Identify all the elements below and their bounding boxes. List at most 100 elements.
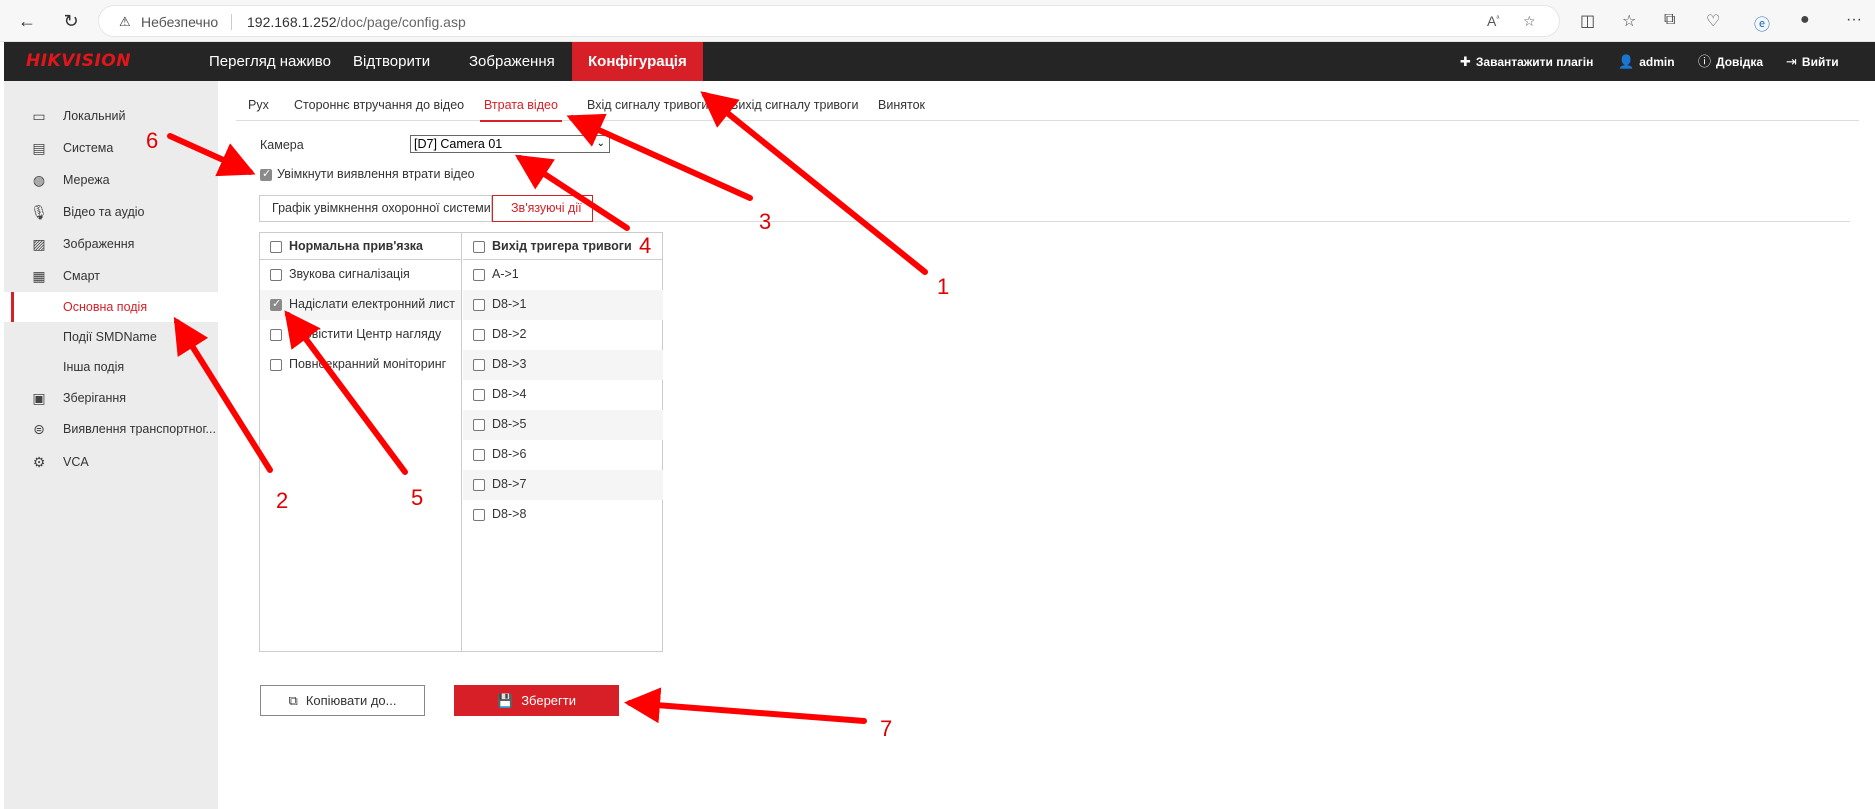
browser-toolbar: ← ↻ ⚠ Небезпечно 192.168.1.252/doc/page/… (0, 0, 1875, 42)
sidebar-item-label: Смарт (63, 269, 100, 283)
sidebar-item-label: Зображення (63, 237, 135, 251)
image-icon: ▨ (32, 236, 46, 252)
sidebar-item-smart[interactable]: ▦ Смарт (4, 261, 218, 291)
annotation-number-7: 7 (880, 716, 893, 741)
sidebar-item-smd-events[interactable]: Події SMDName (4, 322, 218, 352)
save-button[interactable]: 💾 Зберегти (454, 685, 619, 716)
monitor-icon: ▭ (32, 108, 46, 124)
trigger-output-checkbox[interactable] (473, 449, 485, 461)
back-icon[interactable]: ← (14, 8, 40, 34)
audible-warning-checkbox[interactable] (270, 269, 282, 281)
sidebar-item-vca[interactable]: ⚙ VCA (4, 447, 218, 477)
menu-image[interactable]: Зображення (469, 42, 555, 81)
sub-tabs: Графік увімкнення охоронної системи Зв'я… (259, 195, 1850, 222)
trigger-output-checkbox[interactable] (473, 329, 485, 341)
profile-avatar-icon[interactable]: ● (1800, 11, 1810, 29)
active-indicator (11, 292, 14, 322)
address-bar[interactable]: ⚠ Небезпечно 192.168.1.252/doc/page/conf… (98, 5, 1560, 37)
tab-alarm-input[interactable]: Вхід сигналу тривоги (587, 98, 708, 112)
sidebar-item-video-audio[interactable]: 🎙 Відео та аудіо (4, 197, 218, 227)
tab-video-loss[interactable]: Втрата відео (480, 98, 562, 122)
puzzle-icon: ✚ (1460, 54, 1471, 69)
enable-video-loss-checkbox[interactable] (260, 167, 272, 181)
trigger-output-checkbox[interactable] (473, 299, 485, 311)
sidebar-item-label: Виявлення транспортног... (63, 422, 216, 436)
sidebar-item-image[interactable]: ▨ Зображення (4, 229, 218, 259)
normal-linkage-title: Нормальна прив'язка (289, 239, 424, 253)
split-screen-icon[interactable]: ◫ (1580, 11, 1595, 31)
tab-arming-schedule[interactable]: Графік увімкнення охоронної системи (259, 195, 492, 222)
list-item-label: Надіслати електронний лист (289, 297, 455, 311)
menu-playback[interactable]: Відтворити (353, 42, 430, 81)
url-text: 192.168.1.252/doc/page/config.asp (247, 14, 466, 30)
notify-center-checkbox[interactable] (270, 329, 282, 341)
download-plugin-button[interactable]: ✚ Завантажити плагін (1460, 42, 1593, 81)
user-menu[interactable]: 👤 admin (1618, 42, 1675, 81)
logout-button[interactable]: ⇥ Вийти (1786, 42, 1839, 81)
sidebar-item-storage[interactable]: ▣ Зберігання (4, 383, 218, 413)
annotation-number-6: 6 (146, 128, 159, 153)
trigger-output-checkbox[interactable] (473, 479, 485, 491)
list-item-label: A->1 (492, 267, 519, 281)
sidebar-item-label: Відео та аудіо (63, 205, 145, 219)
read-aloud-icon[interactable]: Aᵃ (1487, 13, 1499, 29)
ie-mode-icon[interactable]: ⓔ (1754, 11, 1770, 35)
collections-icon[interactable]: ⧉ (1664, 11, 1675, 29)
sidebar-item-vehicle-detection[interactable]: ⊜ Виявлення транспортног... (4, 414, 218, 444)
sidebar-item-label: Основна подія (63, 300, 148, 314)
tab-tamper[interactable]: Стороннє втручання до відео (294, 98, 464, 112)
menu-configuration[interactable]: Конфігурація (572, 42, 703, 81)
copy-to-button[interactable]: ⧉ Копіювати до... (260, 685, 425, 716)
tab-linkage-method[interactable]: Зв'язуючі дії (492, 195, 593, 222)
annotation-number-5: 5 (411, 485, 424, 510)
tab-alarm-output[interactable]: Вихід сигналу тривоги (730, 98, 858, 112)
list-item-label: Повноекранний моніторинг (289, 357, 447, 371)
sidebar-item-label: Події SMDName (63, 330, 157, 344)
trigger-output-checkbox[interactable] (473, 419, 485, 431)
trigger-output-checkbox[interactable] (473, 509, 485, 521)
camera-select-value: [D7] Camera 01 (414, 137, 503, 151)
refresh-icon[interactable]: ↻ (58, 8, 84, 34)
favorite-star-icon[interactable]: ☆ (1523, 13, 1536, 30)
fullscreen-monitoring-checkbox[interactable] (270, 359, 282, 371)
trigger-output-checkbox[interactable] (473, 359, 485, 371)
send-email-checkbox[interactable] (270, 297, 282, 311)
list-item: Надіслати електронний лист (260, 290, 461, 320)
sidebar-item-basic-event[interactable]: Основна подія (4, 292, 218, 322)
save-label: Зберегти (521, 693, 576, 708)
sidebar-item-network[interactable]: ◍ Мережа (4, 165, 218, 195)
sidebar-item-system[interactable]: ▤ Система (4, 133, 218, 163)
health-icon[interactable]: ♡ (1706, 11, 1720, 31)
trigger-output-header: Вихід тригера тривоги (463, 233, 663, 260)
globe-icon: ◍ (32, 172, 46, 188)
list-item: Сповістити Центр нагляду (260, 320, 461, 350)
trigger-output-select-all[interactable] (473, 241, 485, 253)
insecure-label: Небезпечно (141, 14, 219, 30)
vehicle-icon: ⊜ (33, 421, 45, 437)
favorites-icon[interactable]: ☆ (1622, 11, 1636, 31)
list-item: D8->5 (463, 410, 663, 440)
list-item: A->1 (463, 260, 663, 290)
list-item-label: D8->8 (492, 507, 527, 521)
list-item: Повноекранний моніторинг (260, 350, 461, 380)
trigger-output-checkbox[interactable] (473, 269, 485, 281)
more-menu-icon[interactable]: ··· (1846, 11, 1862, 29)
menu-live-view[interactable]: Перегляд наживо (209, 42, 331, 81)
tab-motion[interactable]: Рух (248, 98, 269, 112)
tab-exception[interactable]: Виняток (878, 98, 925, 112)
normal-linkage-select-all[interactable] (270, 241, 282, 253)
sidebar-item-local[interactable]: ▭ Локальний (4, 101, 218, 131)
annotation-number-1: 1 (937, 274, 950, 299)
storage-icon: ▣ (32, 390, 46, 406)
list-item-label: D8->2 (492, 327, 527, 341)
camera-select[interactable]: [D7] Camera 01 ⌄ (410, 135, 610, 153)
help-button[interactable]: ⓘ Довідка (1698, 42, 1763, 81)
help-label: Довідка (1716, 55, 1764, 69)
sidebar-item-other-event[interactable]: Інша подія (4, 352, 218, 382)
sidebar-item-label: Система (63, 141, 114, 155)
sidebar-item-label: VCA (63, 455, 89, 469)
download-plugin-label: Завантажити плагін (1475, 55, 1594, 69)
trigger-output-checkbox[interactable] (473, 389, 485, 401)
sidebar-item-label: Мережа (63, 173, 110, 187)
copy-icon: ⧉ (288, 692, 298, 708)
